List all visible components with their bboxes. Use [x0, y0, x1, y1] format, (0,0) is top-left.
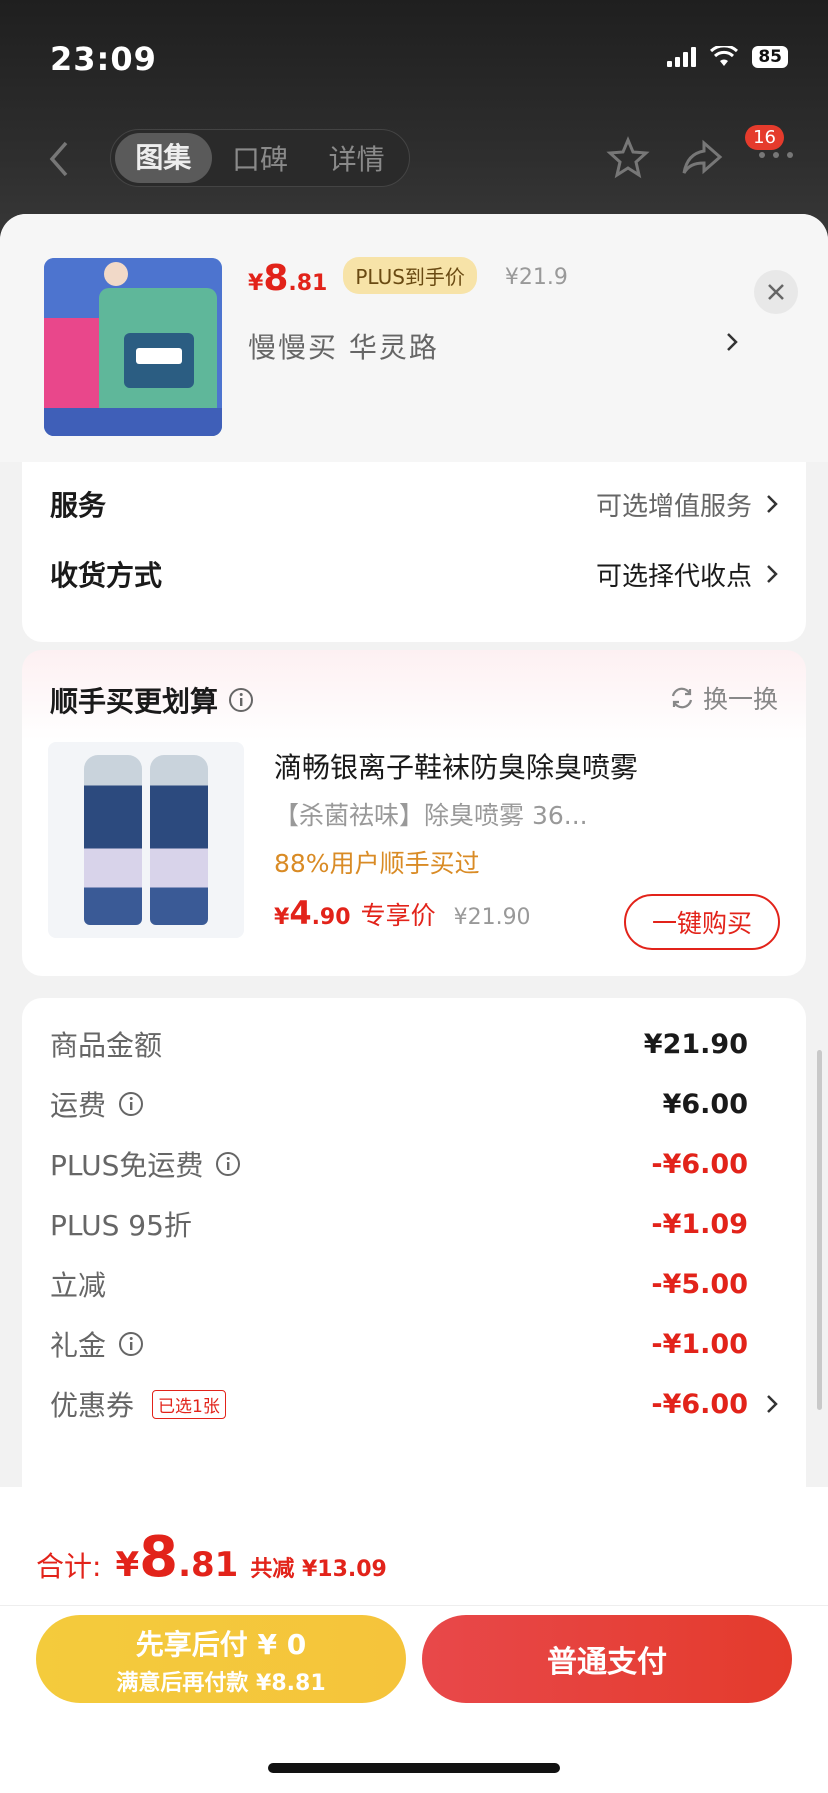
fee-row: PLUS 95折 -¥1.09: [50, 1204, 778, 1244]
fee-label: 礼金: [50, 1324, 144, 1364]
buy-rate-text: 88%用户顺手买过: [274, 849, 480, 878]
fee-label: 立减: [50, 1269, 107, 1302]
service-value: 可选增值服务: [595, 491, 752, 522]
status-time: 23:09: [50, 40, 157, 78]
service-label: 服务: [50, 489, 107, 522]
fee-label: 运费: [50, 1084, 144, 1124]
message-badge: 16: [745, 125, 784, 150]
fee-row: 礼金 -¥1.00: [50, 1324, 778, 1364]
product-price-row: ¥8.81 PLUS到手价 ¥21.9: [248, 257, 568, 300]
recommendation-card: 顺手买更划算 换一换 滴畅银离子鞋袜防臭除臭喷雾 【杀菌祛味】除臭喷雾 36..…: [22, 650, 806, 976]
nav-actions: 16: [606, 125, 798, 181]
product-image: [44, 258, 222, 436]
fee-value: -¥6.00: [651, 1389, 778, 1420]
close-icon: [768, 284, 784, 300]
total-currency: ¥: [115, 1545, 140, 1585]
total-amount-int: 8: [139, 1525, 179, 1590]
fee-breakdown-card: 商品金额 ¥21.90 运费 ¥6.00 PLUS免运费 -¥6.00 PLUS 95折 -¥…: [22, 998, 806, 1518]
delivery-method-label: 收货方式: [50, 559, 163, 592]
pay-later-button[interactable]: 先享后付 ¥ 0 满意后再付款 ¥8.81: [36, 1615, 406, 1703]
recommended-product-subtitle: 【杀菌祛味】除臭喷雾 36...: [274, 801, 588, 830]
divider: [0, 1605, 828, 1606]
info-icon[interactable]: [228, 687, 254, 713]
product-header: ¥8.81 PLUS到手价 ¥21.9 慢慢买 华灵路: [0, 214, 828, 462]
total-row: 合计: ¥ 8 .81 共减 ¥13.09: [36, 1525, 387, 1590]
coupon-selected-tag: 已选1张: [152, 1389, 226, 1419]
chevron-right-icon: [767, 1395, 778, 1413]
total-amount-dec: .81: [178, 1545, 239, 1585]
plus-price-tag: PLUS到手价: [343, 257, 477, 294]
fee-value: -¥1.00: [651, 1328, 748, 1360]
service-row[interactable]: 服务 可选增值服务: [50, 484, 778, 524]
fee-label: 商品金额: [50, 1029, 163, 1062]
fee-label: PLUS 95折: [50, 1209, 192, 1242]
total-saving: 共减 ¥13.09: [250, 1557, 387, 1582]
battery-indicator: 85: [752, 46, 788, 68]
info-icon[interactable]: [215, 1151, 241, 1177]
tab-details[interactable]: 详情: [308, 138, 405, 178]
tab-gallery[interactable]: 图集: [115, 133, 212, 183]
recommendation-title: 顺手买更划算: [50, 680, 254, 720]
fee-value: -¥1.09: [651, 1208, 748, 1240]
original-price: ¥21.9: [504, 265, 568, 290]
top-nav: 图集 口碑 详情 16: [0, 125, 828, 191]
recommended-price: ¥4.90: [274, 894, 351, 932]
fee-row: 商品金额 ¥21.90: [50, 1024, 778, 1064]
status-icons: 85: [667, 46, 788, 68]
tab-switcher: 图集 口碑 详情: [110, 129, 410, 187]
recommendation-title-text: 顺手买更划算: [50, 685, 219, 718]
refresh-icon: [671, 687, 693, 709]
exclusive-price-label: 专享价: [360, 901, 436, 930]
fee-value: ¥21.90: [643, 1028, 748, 1060]
share-icon[interactable]: [680, 135, 724, 179]
fee-row[interactable]: 优惠券 已选1张 -¥6.00: [50, 1384, 778, 1424]
normal-pay-button[interactable]: 普通支付: [422, 1615, 792, 1703]
one-click-buy-button[interactable]: 一键购买: [624, 894, 780, 950]
spray-can: [150, 755, 208, 925]
swap-label: 换一换: [702, 685, 778, 714]
delivery-method-row[interactable]: 收货方式 可选择代收点: [50, 554, 778, 594]
fee-row: PLUS免运费 -¥6.00: [50, 1144, 778, 1184]
tab-reviews[interactable]: 口碑: [212, 138, 309, 178]
star-icon[interactable]: [606, 135, 650, 179]
pay-later-subtitle: 满意后再付款 ¥8.81: [116, 1671, 326, 1696]
delivery-method-value: 可选择代收点: [595, 561, 752, 592]
fee-label: PLUS免运费: [50, 1144, 241, 1184]
recommended-product-name[interactable]: 滴畅银离子鞋袜防臭除臭喷雾: [274, 746, 638, 786]
scrollbar[interactable]: [817, 1050, 822, 1410]
spray-can: [84, 755, 142, 925]
product-thumbnail: [44, 258, 222, 436]
recommended-product-image[interactable]: [48, 742, 244, 938]
checkout-footer: 合计: ¥ 8 .81 共减 ¥13.09 先享后付 ¥ 0 满意后再付款 ¥8…: [0, 1487, 828, 1793]
fee-row: 立减 -¥5.00: [50, 1264, 778, 1304]
wifi-icon: [710, 46, 739, 66]
signal-icon: [667, 47, 697, 67]
fee-row: 运费 ¥6.00: [50, 1084, 778, 1124]
info-icon[interactable]: [118, 1091, 144, 1117]
home-indicator[interactable]: [268, 1763, 560, 1773]
close-button[interactable]: [754, 270, 798, 314]
chevron-right-icon: [767, 565, 778, 583]
chevron-right-icon: [767, 495, 778, 513]
total-label: 合计:: [36, 1550, 102, 1583]
back-icon[interactable]: [44, 139, 74, 179]
fee-value: -¥5.00: [651, 1268, 748, 1300]
options-card: 服务 可选增值服务 收货方式 可选择代收点: [22, 462, 806, 642]
chevron-right-icon[interactable]: [724, 328, 740, 356]
info-icon[interactable]: [118, 1331, 144, 1357]
fee-label: 优惠券 已选1张: [50, 1384, 226, 1424]
recommended-price-row: ¥4.90 专享价 ¥21.90: [274, 894, 531, 932]
fee-value: -¥6.00: [651, 1148, 748, 1180]
product-price: ¥8.81: [248, 258, 328, 299]
recommended-original-price: ¥21.90: [453, 905, 531, 930]
swap-button[interactable]: 换一换: [669, 680, 778, 716]
delivery-address[interactable]: 慢慢买 华灵路: [248, 326, 439, 366]
fee-value: ¥6.00: [662, 1088, 748, 1120]
more-menu[interactable]: 16: [745, 125, 798, 181]
pay-later-title: 先享后付 ¥ 0: [135, 1628, 307, 1661]
